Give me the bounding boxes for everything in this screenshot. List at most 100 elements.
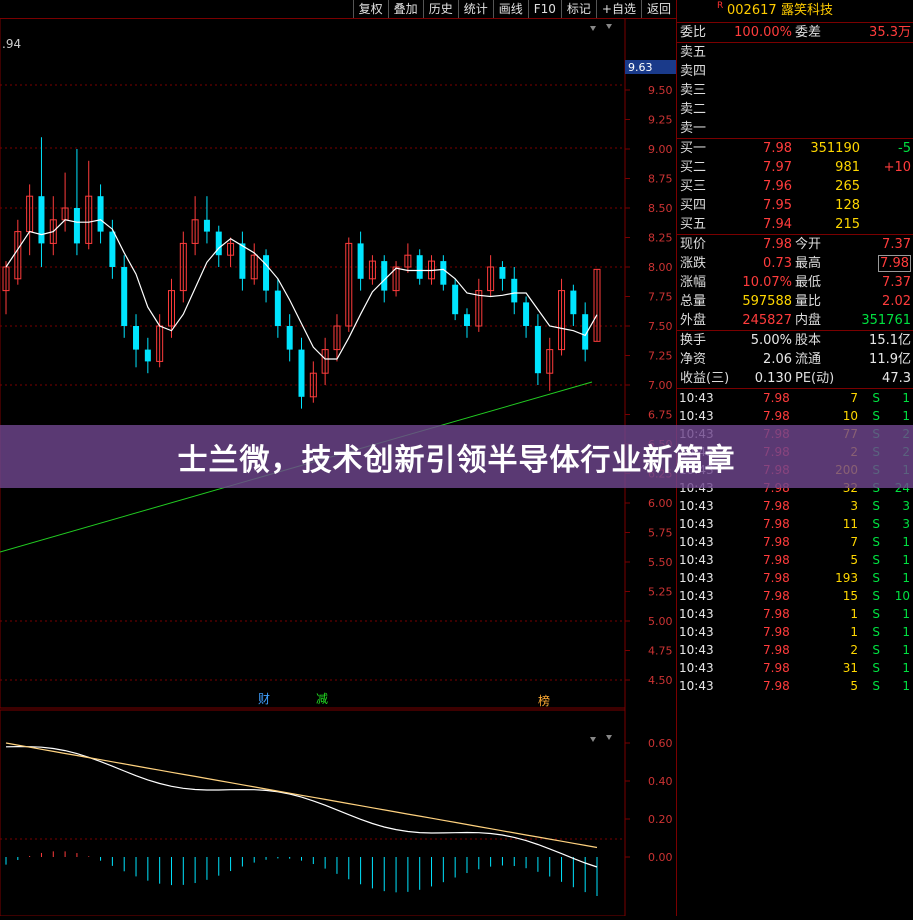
trade-row[interactable]: 10:43 7.98 1 S 1 [677,623,913,641]
stat-value: 245827 [742,313,792,328]
trade-side: S [872,409,880,423]
sub-tick-label: 0.60 [648,737,673,750]
stat-row: 涨幅 10.07% 最低 7.37 [677,273,913,292]
marker-reduce[interactable]: 减 [316,692,328,706]
marker-finance[interactable]: 财 [258,692,270,706]
stat-label: 现价 [680,237,707,252]
trade-row[interactable]: 10:43 7.98 31 S 1 [677,659,913,677]
stat-label: 今开 [795,237,822,252]
stat-value: 7.37 [882,237,911,252]
trade-count: 1 [902,571,910,585]
trade-row[interactable]: 10:43 7.98 11 S 3 [677,515,913,533]
stat-label: 总量 [680,294,707,309]
buy-level[interactable]: 买一 7.98 351190 -5 [677,139,913,158]
sub-dropdown-triangle-icon[interactable] [606,735,612,740]
trade-row[interactable]: 10:43 7.98 5 S 1 [677,677,913,695]
headline-text: 士兰微，技术创新引领半导体行业新篇章 [177,442,736,478]
sub-tick-label: 0.00 [648,851,673,864]
statistics-button[interactable]: 统计 [457,0,493,18]
buy-label: 买一 [680,141,707,156]
stat-value: 2.02 [882,294,911,309]
chart-topbar: 复权 叠加 历史 统计 画线 F10 标记 +自选 返回 [0,0,676,19]
history-button[interactable]: 历史 [422,0,458,18]
trade-count: 1 [902,553,910,567]
trade-row[interactable]: 10:43 7.98 2 S 1 [677,641,913,659]
mark-button[interactable]: 标记 [560,0,596,18]
trade-count: 1 [902,679,910,693]
trade-row[interactable]: 10:43 7.98 193 S 1 [677,569,913,587]
fund-value: 2.06 [763,352,792,367]
headline-banner: 士兰微，技术创新引领半导体行业新篇章 [0,425,913,488]
price-tick-label: 9.00 [648,143,673,156]
buy-level[interactable]: 买二 7.97 981 +10 [677,158,913,177]
sub-dropdown-triangle-icon[interactable] [590,737,596,742]
trade-volume: 5 [850,553,858,567]
trade-row[interactable]: 10:43 7.98 10 S 1 [677,407,913,425]
buy-level[interactable]: 买四 7.95 128 [677,196,913,215]
corner-label: .94 [2,37,21,51]
fund-label: 净资 [680,352,707,367]
trade-side: S [872,535,880,549]
trade-row[interactable]: 10:43 7.98 5 S 1 [677,551,913,569]
add-watchlist-button[interactable]: +自选 [595,0,641,18]
sell-level[interactable]: 卖四 [677,62,913,81]
back-button[interactable]: 返回 [640,0,676,18]
stat-label: 内盘 [795,313,822,328]
candle-body-down [511,278,518,303]
fundamentals: 换手 5.00% 股本 15.1亿 净资 2.06 流通 11.9亿 收益(三)… [677,331,913,389]
trade-price: 7.98 [763,553,790,567]
trade-price: 7.98 [763,625,790,639]
sell-level[interactable]: 卖三 [677,81,913,100]
trade-row[interactable]: 10:43 7.98 7 S 1 [677,533,913,551]
price-tick-label: 6.75 [648,409,673,422]
buy-volume: 351190 [810,141,860,156]
trade-time: 10:43 [679,517,714,531]
candle-body-down [97,196,104,232]
f10-button[interactable]: F10 [527,0,561,18]
overlay-button[interactable]: 叠加 [387,0,423,18]
trade-side: S [872,607,880,621]
buy-level[interactable]: 买三 7.96 265 [677,177,913,196]
trade-count: 1 [902,607,910,621]
trade-count: 10 [894,589,910,603]
candle-body-down [133,326,140,350]
price-tick-label: 9.50 [648,84,673,97]
draw-line-button[interactable]: 画线 [492,0,528,18]
trade-price: 7.98 [763,499,790,513]
dropdown-triangle-icon[interactable] [606,24,612,29]
buy-book: 买一 7.98 351190 -5 买二 7.97 981 +10 买三 7.9… [677,139,913,235]
trade-side: S [872,625,880,639]
stat-value: 10.07% [742,275,792,290]
sell-level[interactable]: 卖二 [677,100,913,119]
sub-chart-frame [0,709,626,917]
trade-side: S [872,589,880,603]
dropdown-triangle-icon[interactable] [590,26,596,31]
weicha-value: 35.3万 [869,25,911,40]
candle-body-down [523,302,530,326]
marker-rank[interactable]: 榜 [538,693,550,708]
trade-row[interactable]: 10:43 7.98 1 S 1 [677,605,913,623]
stat-row: 总量 597588 量比 2.02 [677,292,913,311]
price-tick-label: 5.75 [648,527,673,540]
candle-body-down [263,255,270,291]
buy-label: 买四 [680,198,707,213]
stat-label: 涨跌 [680,256,707,271]
price-tick-label: 8.25 [648,232,673,245]
price-tick-label: 7.75 [648,291,673,304]
trade-row[interactable]: 10:43 7.98 3 S 3 [677,497,913,515]
trade-row[interactable]: 10:43 7.98 15 S 10 [677,587,913,605]
buy-change: +10 [883,160,911,175]
buy-level[interactable]: 买五 7.94 215 [677,215,913,234]
candle-body-down [534,326,541,374]
sell-level[interactable]: 卖五 [677,43,913,62]
r-mark: R [717,1,724,11]
trade-row[interactable]: 10:43 7.98 7 S 1 [677,389,913,407]
trade-count: 1 [902,535,910,549]
buy-volume: 215 [835,217,860,232]
candle-body-down [452,284,459,315]
trade-side: S [872,553,880,567]
restore-rights-button[interactable]: 复权 [352,0,388,18]
candle-body-down [381,261,388,291]
sell-level[interactable]: 卖一 [677,119,913,138]
webi-row: 委比 100.00% 委差 35.3万 [677,23,913,43]
